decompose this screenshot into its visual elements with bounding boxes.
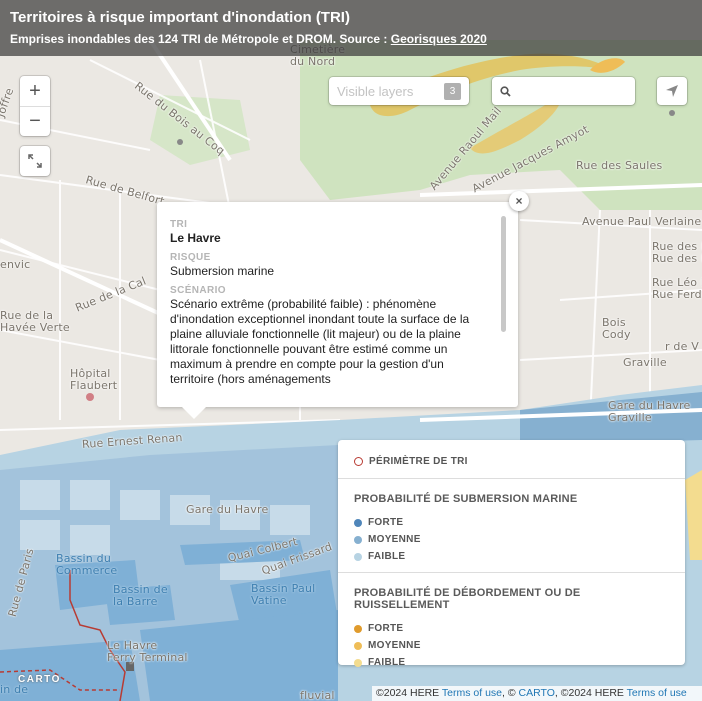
visible-layers-label: Visible layers xyxy=(337,83,414,99)
attribution-text: , ©2024 HERE xyxy=(554,687,627,699)
map-title: Territoires à risque important d'inondat… xyxy=(10,9,350,26)
legend-dot-icon xyxy=(354,641,362,650)
legend-dot-icon xyxy=(354,552,362,561)
feature-popup: TRI Le Havre RISQUE Submersion marine SC… xyxy=(157,202,518,419)
legend-overflow-title: PROBABILITÉ DE DÉBORDEMENT OU DE RUISSEL… xyxy=(354,587,581,611)
popup-scrollbar[interactable] xyxy=(501,216,506,332)
map-subtitle: Emprises inondables des 124 TRI de Métro… xyxy=(10,30,692,48)
map-label-bassin-vatine: Bassin Paul Vatine xyxy=(251,582,316,607)
map-label-r-de-v: r de V xyxy=(665,340,699,353)
source-link[interactable]: Georisques 2020 xyxy=(391,32,487,46)
legend-item: MOYENNE xyxy=(354,531,669,548)
terms-of-use-link[interactable]: Terms of use xyxy=(442,687,502,699)
popup-close-button[interactable]: × xyxy=(509,191,529,211)
visible-layers-button[interactable]: Visible layers 3 xyxy=(329,77,469,105)
popup-value-tri: Le Havre xyxy=(170,231,221,245)
expand-icon xyxy=(28,154,42,168)
popup-value-scenario: Scénario extrême (probabilité faible) : … xyxy=(170,297,470,386)
legend-perimeter-section: PÉRIMÈTRE DE TRI xyxy=(338,440,685,478)
popup-label-risque: RISQUE xyxy=(170,252,211,263)
legend-dot-icon xyxy=(354,658,362,667)
subtitle-text: Emprises inondables des 124 TRI de Métro… xyxy=(10,32,391,46)
map-header: Territoires à risque important d'inondat… xyxy=(0,0,702,56)
attribution-text: ©2024 HERE xyxy=(376,687,442,699)
legend-dot-icon xyxy=(354,518,362,527)
map-label-hopital: Hôpital Flaubert xyxy=(70,367,118,392)
map-label-havee: Rue de la Havée Verte xyxy=(0,309,70,334)
popup-label-scenario: SCÉNARIO xyxy=(170,285,226,296)
legend-overflow-section: PROBABILITÉ DE DÉBORDEMENT OU DE RUISSEL… xyxy=(338,572,685,668)
legend-marine-title: PROBABILITÉ DE SUBMERSION MARINE xyxy=(354,493,578,505)
map-label-graville: Graville xyxy=(623,356,667,369)
legend-item: FAIBLE xyxy=(354,548,669,565)
perimeter-ring-icon xyxy=(354,457,363,466)
map-label-gare-havre: Gare du Havre xyxy=(186,503,269,516)
map-label-saules: Rue des Saules xyxy=(576,159,663,172)
legend-item-label: FAIBLE xyxy=(368,657,406,668)
carto-link[interactable]: CARTO xyxy=(519,687,555,699)
map-label-fluvial: fluvial xyxy=(300,689,335,701)
location-arrow-icon xyxy=(666,85,678,97)
map-label-envic: envic xyxy=(0,258,31,271)
legend-dot-icon xyxy=(354,535,362,544)
legend-dot-icon xyxy=(354,624,362,633)
legend-item-perimeter: PÉRIMÈTRE DE TRI xyxy=(354,453,669,470)
search-box[interactable] xyxy=(492,77,635,105)
legend-item-label: MOYENNE xyxy=(368,534,421,545)
legend-panel: PÉRIMÈTRE DE TRI PROBABILITÉ DE SUBMERSI… xyxy=(338,440,685,668)
map-label-bassin-commerce: Bassin du Commerce xyxy=(56,552,118,577)
legend-item: FORTE xyxy=(354,514,669,531)
zoom-out-button[interactable]: − xyxy=(20,106,50,136)
layers-count-badge: 3 xyxy=(444,82,461,100)
zoom-control: + − xyxy=(20,76,50,136)
legend-marine-section: PROBABILITÉ DE SUBMERSION MARINE FORTE M… xyxy=(338,478,685,572)
legend-item-label: FAIBLE xyxy=(368,551,406,562)
popup-content[interactable]: TRI Le Havre RISQUE Submersion marine SC… xyxy=(170,218,505,401)
legend-perimeter-label: PÉRIMÈTRE DE TRI xyxy=(369,456,468,467)
map-label-ferdinand: Rue Ferdi xyxy=(652,288,702,301)
legend-item: FORTE xyxy=(354,620,669,637)
legend-item: MOYENNE xyxy=(354,637,669,654)
map-attribution: ©2024 HERE Terms of use, © CARTO, ©2024 … xyxy=(372,686,702,701)
fullscreen-button[interactable] xyxy=(20,146,50,176)
popup-label-tri: TRI xyxy=(170,219,188,230)
popup-tip xyxy=(182,407,206,419)
map-label-verlaine: Avenue Paul Verlaine xyxy=(582,215,702,228)
attribution-text: , © xyxy=(502,687,519,699)
legend-item-label: MOYENNE xyxy=(368,640,421,651)
map-label-gare-graville: Gare du Havre Graville xyxy=(608,399,691,424)
popup-value-risque: Submersion marine xyxy=(170,264,275,278)
zoom-in-button[interactable]: + xyxy=(20,76,50,106)
carto-logo: CARTO xyxy=(18,674,61,685)
legend-item-label: FORTE xyxy=(368,623,404,634)
geolocate-button[interactable] xyxy=(657,77,687,105)
terms-of-use-link[interactable]: Terms of use xyxy=(627,687,687,699)
map-label-ferry: Le Havre Ferry Terminal xyxy=(107,639,188,664)
map-label-bassin-barre: Bassin de la Barre xyxy=(113,583,168,608)
legend-item: FAIBLE xyxy=(354,654,669,671)
search-input[interactable] xyxy=(519,84,619,98)
map-label-hortensias: Rue des Horte xyxy=(652,252,702,265)
map-label-bois-cody: Bois Cody xyxy=(602,316,631,341)
legend-item-label: FORTE xyxy=(368,517,404,528)
search-icon xyxy=(500,85,511,97)
